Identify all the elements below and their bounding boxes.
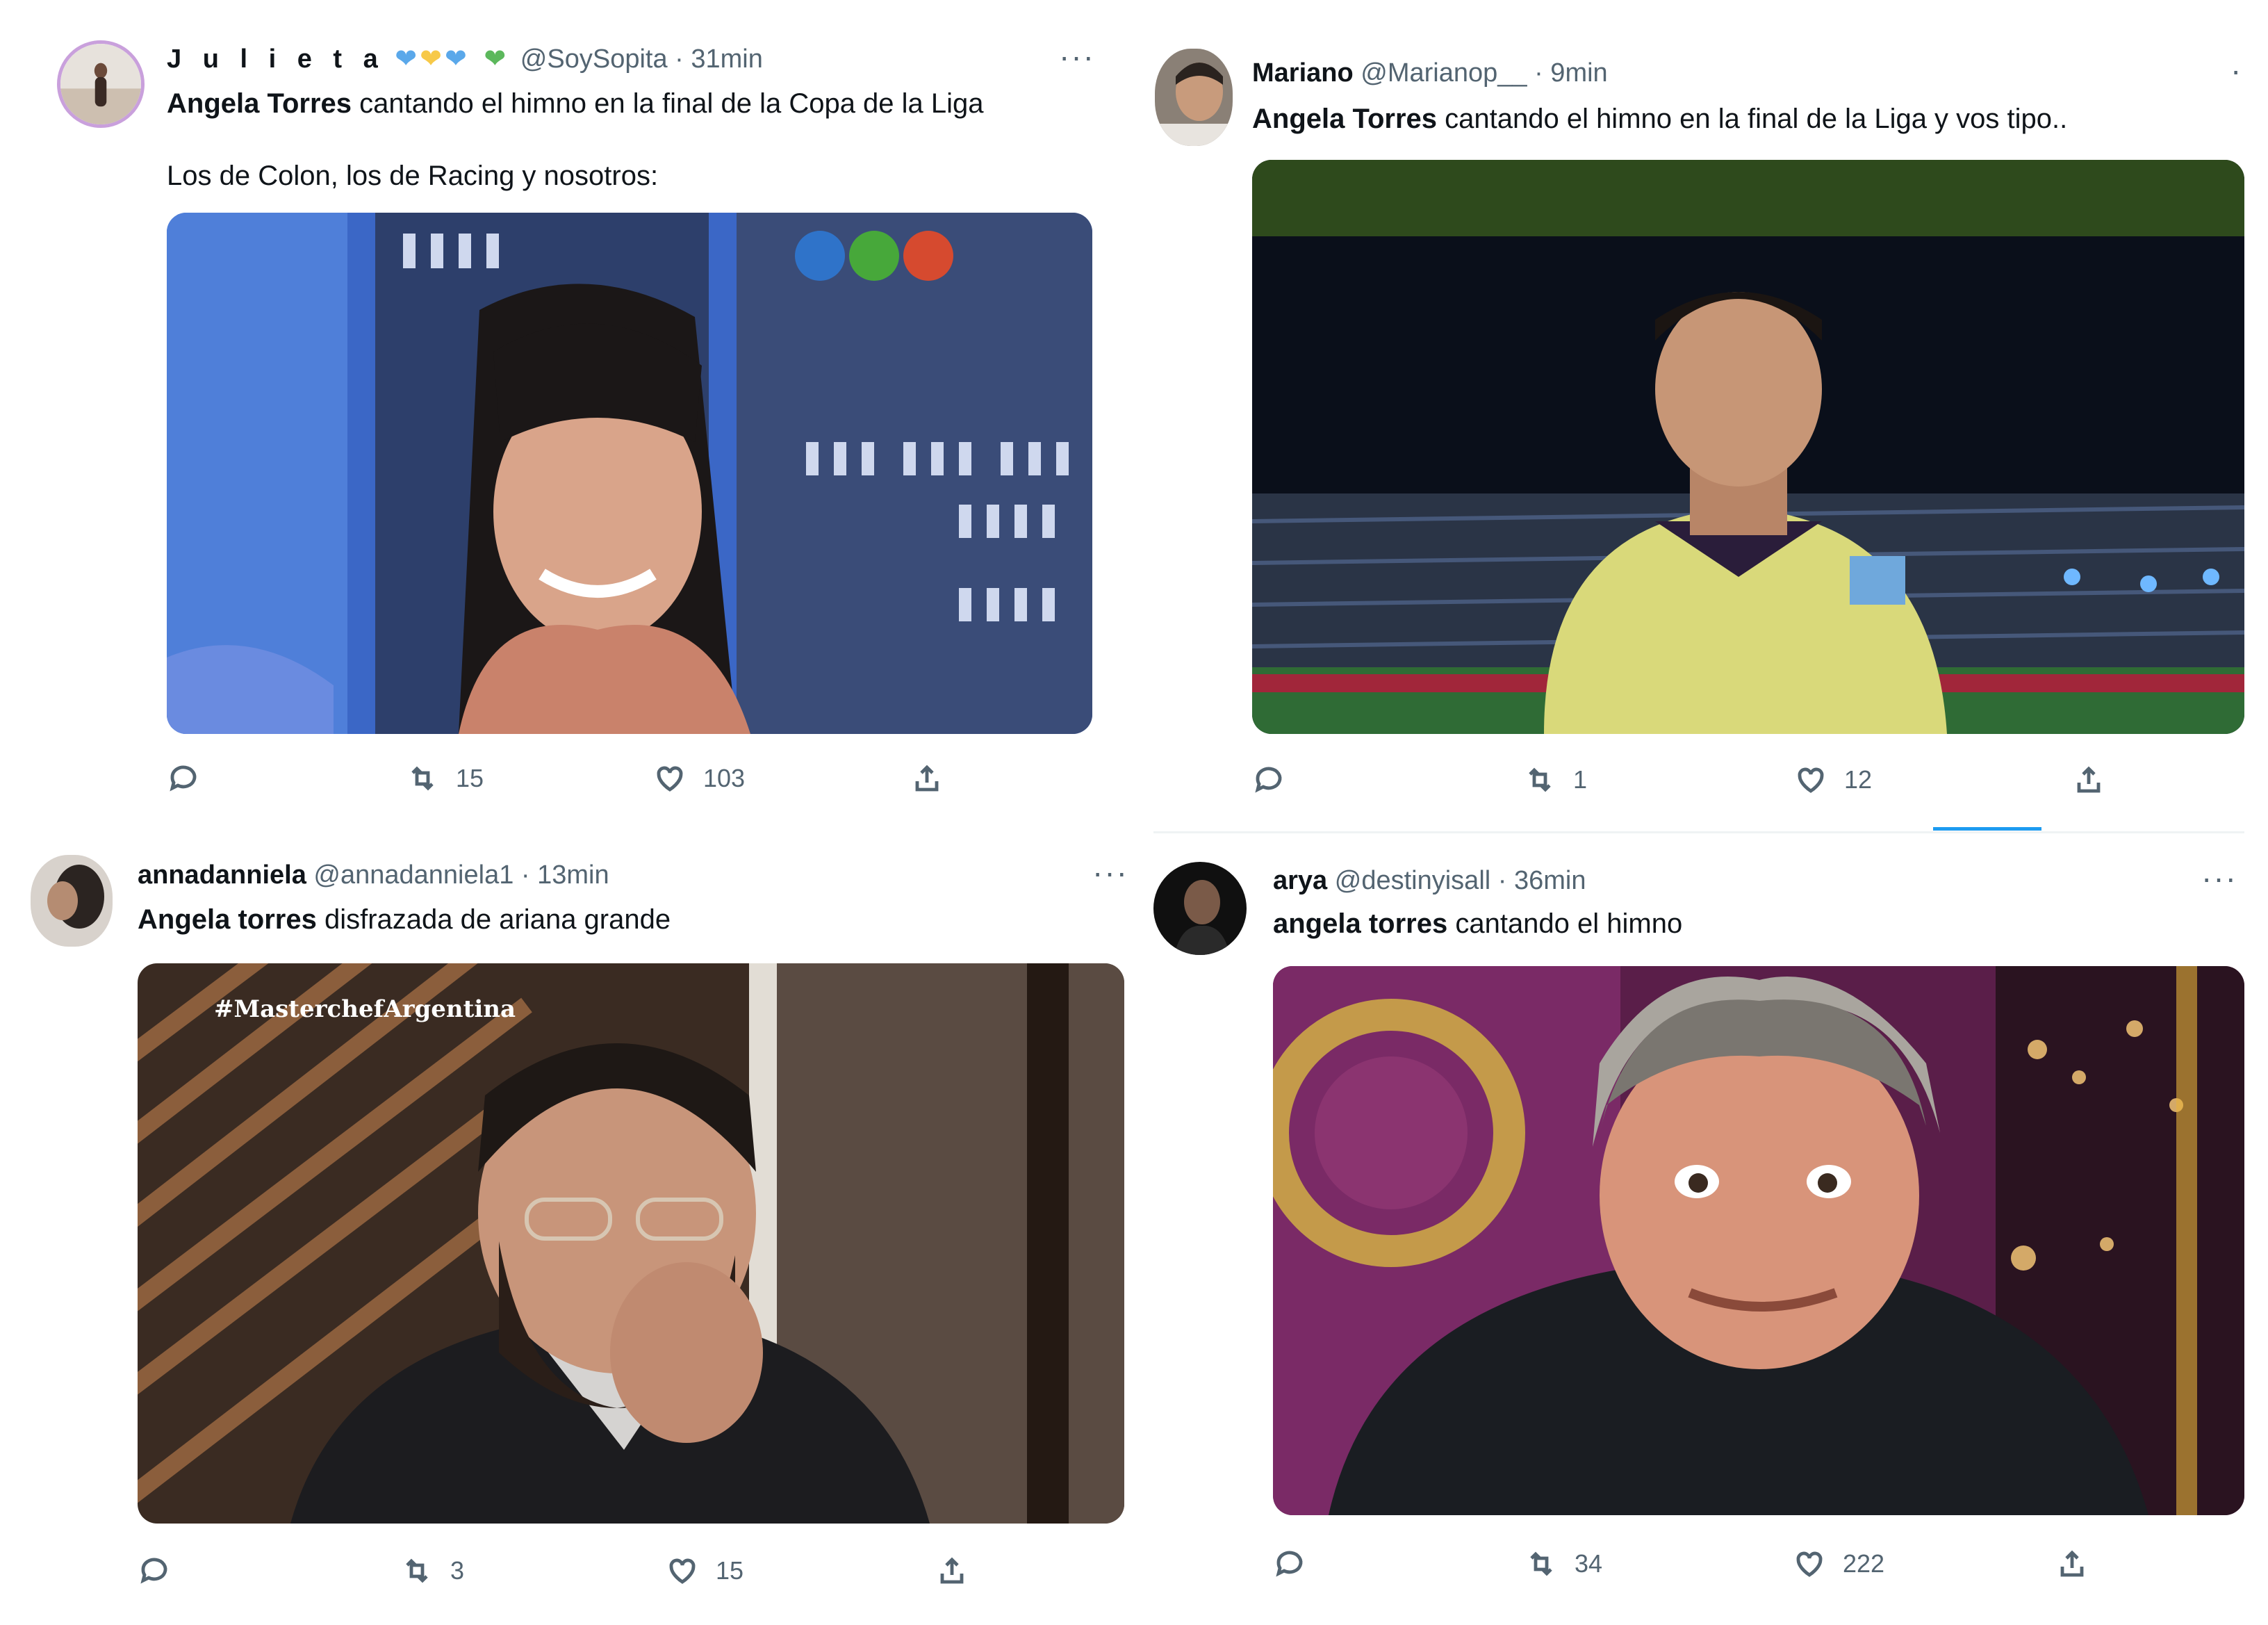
retweet-icon: [1529, 767, 1551, 792]
tweet-text: Angela Torres cantando el himno en la fi…: [1252, 101, 2067, 136]
tweet-header: Mariano @Marianop__ · 9min: [1252, 57, 1608, 89]
tweet-1: J u l i e t a ❤ ❤ ❤ ❤ @SoySopita · 31min ·…: [0, 0, 1140, 820]
display-name[interactable]: arya: [1273, 866, 1327, 895]
more-options-icon[interactable]: ···: [1059, 40, 1095, 72]
handle[interactable]: @SoySopita: [520, 44, 668, 74]
timestamp[interactable]: · 31min: [675, 44, 763, 74]
tweet-actions: 3 15: [138, 1550, 985, 1592]
tweet-media[interactable]: [167, 213, 1092, 734]
tweet-body: cantando el himno en la final de la Copa…: [352, 88, 984, 119]
reply-button[interactable]: [138, 1550, 188, 1592]
timestamp[interactable]: · 13min: [521, 860, 609, 890]
share-icon: [915, 765, 939, 792]
media-caption: #MasterchefArgentina: [214, 995, 516, 1023]
more-options-icon[interactable]: ·: [2230, 54, 2242, 86]
more-options-icon[interactable]: ···: [1092, 856, 1128, 888]
reply-icon: [1276, 1551, 1303, 1577]
timestamp[interactable]: · 9min: [1534, 58, 1608, 88]
tweet-media[interactable]: [1252, 160, 2244, 734]
heart-emojis: ❤ ❤ ❤ ❤: [392, 44, 513, 74]
tweet-text: Angela torres disfrazada de ariana grand…: [138, 902, 671, 937]
like-icon: [669, 1558, 696, 1584]
tweet-header: annadanniela @annadanniela1 · 13min: [138, 859, 609, 891]
share-icon: [940, 1557, 964, 1584]
tweet-media[interactable]: [1273, 966, 2244, 1515]
reply-button[interactable]: [1273, 1543, 1323, 1585]
display-name[interactable]: annadanniela: [138, 860, 306, 890]
blue-heart-icon: ❤: [395, 44, 418, 74]
retweet-count: 34: [1575, 1549, 1603, 1578]
avatar[interactable]: [1155, 49, 1233, 146]
tweet-4: arya @destinyisall · 36min ··· angela to…: [1140, 834, 2268, 1625]
more-options-icon[interactable]: ···: [2201, 862, 2237, 894]
avatar[interactable]: [31, 855, 113, 947]
tweet-actions: 15 103: [167, 758, 966, 799]
like-icon: [657, 766, 683, 792]
like-button[interactable]: 15: [666, 1550, 743, 1592]
mention-bold: Angela Torres: [1252, 104, 1437, 134]
tweet-3: annadanniela @annadanniela1 · 13min ··· …: [0, 834, 1140, 1625]
retweet-button[interactable]: 34: [1525, 1543, 1602, 1585]
reply-icon: [1255, 767, 1282, 793]
mention-bold: Angela Torres: [167, 88, 352, 119]
like-count: 12: [1844, 765, 1873, 794]
handle[interactable]: @Marianop__: [1361, 58, 1527, 88]
display-name[interactable]: J u l i e t a: [167, 44, 385, 74]
active-indicator: [1933, 827, 2041, 831]
tweet-text-secondary: Los de Colon, los de Racing y nosotros:: [167, 161, 659, 191]
share-button[interactable]: [935, 1550, 969, 1592]
like-count: 15: [716, 1556, 744, 1585]
reply-button[interactable]: [1252, 759, 1302, 801]
share-button[interactable]: [910, 758, 944, 799]
like-icon: [1798, 767, 1824, 793]
retweet-button[interactable]: 15: [406, 758, 484, 799]
avatar[interactable]: [57, 40, 145, 128]
like-icon: [1796, 1551, 1823, 1577]
share-button[interactable]: [2055, 1543, 2089, 1585]
reply-icon: [140, 1558, 167, 1584]
tweet-2: Mariano @Marianop__ · 9min · Angela Torr…: [1140, 0, 2268, 834]
share-icon: [2077, 766, 2101, 793]
tweet-actions: 1 12: [1252, 759, 2253, 801]
tweet-actions: 34 222: [1273, 1543, 2135, 1585]
green-heart-icon: ❤: [484, 44, 507, 74]
retweet-icon: [406, 1558, 428, 1583]
tweet-header: J u l i e t a ❤ ❤ ❤ ❤ @SoySopita · 31min: [167, 43, 763, 75]
retweet-count: 1: [1573, 765, 1588, 794]
handle[interactable]: @annadanniela1: [313, 860, 513, 890]
tweet-body: cantando el himno: [1447, 908, 1683, 939]
blue-heart-icon: ❤: [444, 44, 467, 74]
share-icon: [2060, 1550, 2084, 1577]
like-count: 222: [1843, 1549, 1885, 1578]
avatar[interactable]: [1153, 862, 1247, 955]
like-button[interactable]: 103: [653, 758, 745, 799]
like-count: 103: [703, 764, 746, 792]
tweet-media[interactable]: #MasterchefArgentina: [138, 963, 1124, 1524]
retweet-count: 15: [456, 764, 484, 792]
tweet-text: angela torres cantando el himno: [1273, 906, 1682, 941]
mention-bold: angela torres: [1273, 908, 1448, 939]
like-button[interactable]: 222: [1793, 1543, 1884, 1585]
retweet-button[interactable]: 3: [400, 1550, 464, 1592]
handle[interactable]: @destinyisall: [1335, 866, 1490, 895]
reply-button[interactable]: [167, 758, 217, 799]
display-name[interactable]: Mariano: [1252, 58, 1354, 88]
share-button[interactable]: [2072, 759, 2105, 801]
like-button[interactable]: 12: [1794, 759, 1872, 801]
tweet-divider: [1153, 831, 2244, 833]
retweet-icon: [411, 766, 434, 791]
mention-bold: Angela torres: [138, 904, 317, 935]
yellow-heart-icon: ❤: [420, 44, 442, 74]
tweet-header: arya @destinyisall · 36min: [1273, 865, 1586, 897]
retweet-button[interactable]: 1: [1523, 759, 1587, 801]
tweet-text: Angela Torres cantando el himno en la fi…: [167, 86, 984, 121]
retweet-count: 3: [450, 1556, 465, 1585]
retweet-icon: [1530, 1551, 1552, 1576]
tweet-body: cantando el himno en la final de la Liga…: [1437, 104, 2068, 134]
timestamp[interactable]: · 36min: [1498, 866, 1586, 895]
reply-icon: [170, 765, 197, 792]
tweet-body: disfrazada de ariana grande: [316, 904, 671, 935]
